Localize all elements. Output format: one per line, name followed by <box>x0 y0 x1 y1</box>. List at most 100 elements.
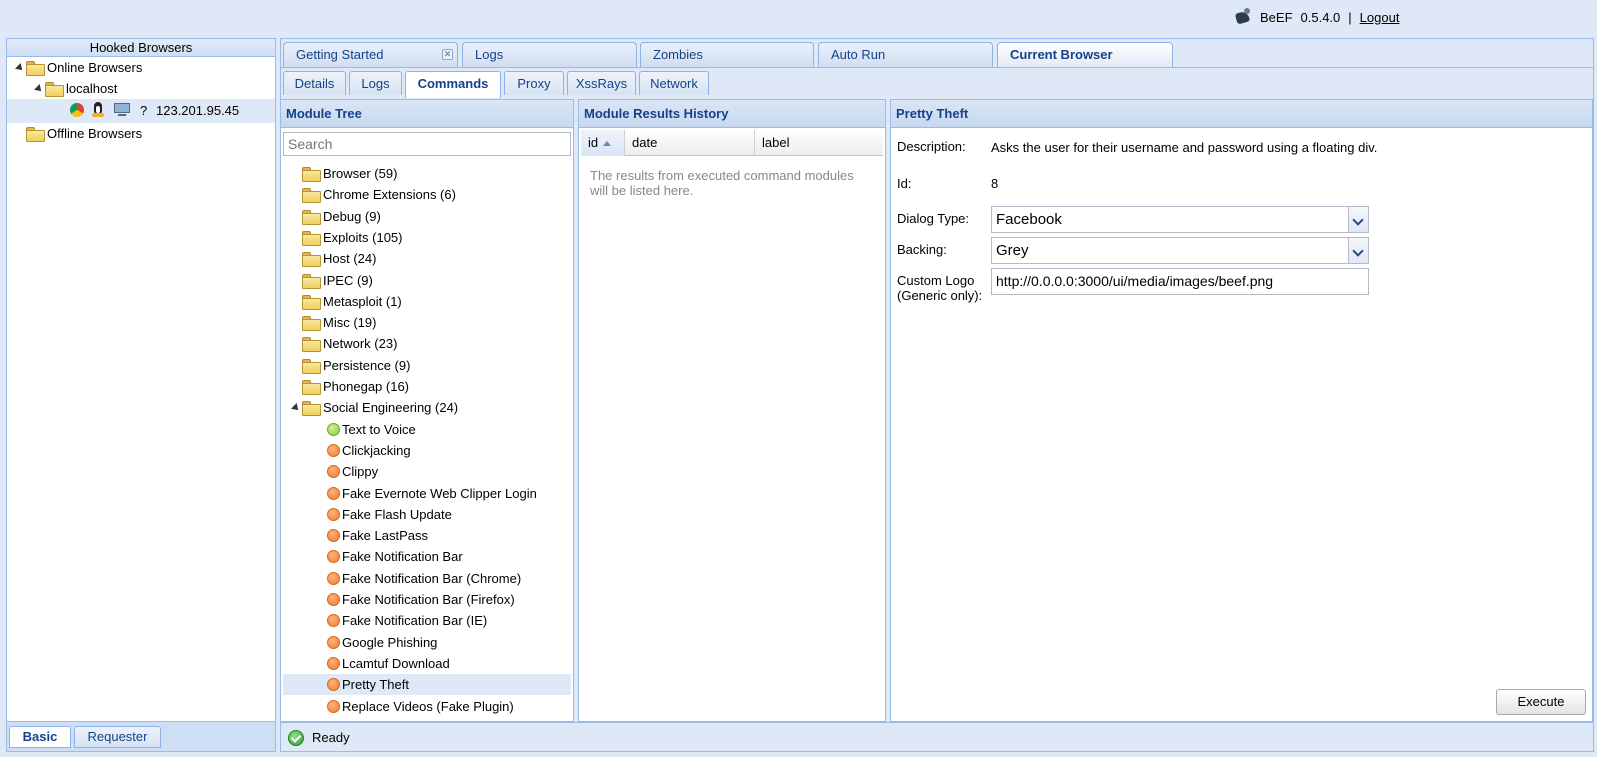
online-browsers-label: Online Browsers <box>47 60 143 75</box>
category-label: Browser (59) <box>323 166 398 181</box>
module-detail-title: Pretty Theft <box>891 100 1592 128</box>
collapsed-arrow-icon[interactable] <box>290 317 297 329</box>
category-label: Chrome Extensions (6) <box>323 187 456 202</box>
folder-icon <box>45 82 64 97</box>
module-item[interactable]: Fake LastPass <box>283 525 571 546</box>
subtab-details[interactable]: Details <box>283 71 346 95</box>
column-id[interactable]: id <box>581 130 625 156</box>
logout-link[interactable]: Logout <box>1360 10 1400 25</box>
close-icon[interactable]: ✕ <box>442 49 453 60</box>
collapsed-arrow-icon[interactable] <box>290 338 297 350</box>
collapsed-arrow-icon[interactable] <box>290 168 297 180</box>
module-item[interactable]: Clippy <box>283 461 571 482</box>
collapsed-arrow-icon[interactable] <box>290 211 297 223</box>
folder-icon <box>26 61 45 76</box>
folder-icon <box>302 316 321 331</box>
subtab-xssrays[interactable]: XssRays <box>567 71 636 95</box>
execute-button[interactable]: Execute <box>1496 689 1586 715</box>
dialog-type-label: Dialog Type: <box>897 211 970 226</box>
folder-icon <box>302 274 321 289</box>
main-area: Getting Started ✕ Logs Zombies Auto Run … <box>280 38 1594 752</box>
collapsed-arrow-icon[interactable] <box>290 381 297 393</box>
collapsed-arrow-icon[interactable] <box>290 296 297 308</box>
tab-logs[interactable]: Logs <box>462 42 637 67</box>
tree-offline-browsers[interactable]: Offline Browsers <box>7 123 275 144</box>
collapsed-arrow-icon[interactable] <box>290 232 297 244</box>
module-category[interactable]: Browser (59) <box>283 163 571 184</box>
module-search-input[interactable] <box>283 132 571 156</box>
module-status-icon <box>327 700 340 713</box>
subtab-proxy[interactable]: Proxy <box>504 71 564 95</box>
module-category[interactable]: Network (23) <box>283 333 571 354</box>
module-category[interactable]: Misc (19) <box>283 312 571 333</box>
module-category[interactable]: Phonegap (16) <box>283 376 571 397</box>
tab-basic[interactable]: Basic <box>9 726 71 748</box>
module-item[interactable]: Fake Notification Bar (Chrome) <box>283 568 571 589</box>
module-item[interactable]: Fake Flash Update <box>283 504 571 525</box>
folder-icon <box>302 210 321 225</box>
folder-icon <box>302 295 321 310</box>
sort-ascending-icon <box>603 141 612 147</box>
chevron-down-icon[interactable] <box>1348 238 1368 263</box>
backing-select[interactable]: Grey <box>991 237 1369 264</box>
module-item[interactable]: Fake Evernote Web Clipper Login <box>283 483 571 504</box>
module-status-icon <box>327 550 340 563</box>
dialog-type-value: Facebook <box>996 211 1062 228</box>
unknown-icon: ? <box>140 103 148 118</box>
dialog-type-select[interactable]: Facebook <box>991 206 1369 233</box>
column-date[interactable]: date <box>625 130 755 156</box>
main-tab-strip: Getting Started ✕ Logs Zombies Auto Run … <box>281 39 1593 69</box>
tab-zombies[interactable]: Zombies <box>640 42 814 67</box>
module-category[interactable]: Host (24) <box>283 248 571 269</box>
folder-icon <box>302 359 321 374</box>
tab-getting-started[interactable]: Getting Started ✕ <box>283 42 458 67</box>
module-status-icon <box>327 614 340 627</box>
collapsed-arrow-icon[interactable] <box>290 253 297 265</box>
description-text: Asks the user for their username and pas… <box>991 140 1378 155</box>
top-bar: BeEF 0.5.4.0 | Logout <box>0 0 1597 36</box>
collapsed-arrow-icon[interactable] <box>290 275 297 287</box>
module-item[interactable]: Fake Notification Bar (Firefox) <box>283 589 571 610</box>
folder-icon <box>302 380 321 395</box>
tab-auto-run[interactable]: Auto Run <box>818 42 993 67</box>
module-item[interactable]: Google Phishing <box>283 632 571 653</box>
collapsed-arrow-icon[interactable] <box>290 360 297 372</box>
module-label: Fake Evernote Web Clipper Login <box>342 486 537 501</box>
module-item[interactable]: Clickjacking <box>283 440 571 461</box>
tab-requester[interactable]: Requester <box>74 726 161 748</box>
custom-logo-label: Custom Logo (Generic only): <box>897 273 983 303</box>
module-item[interactable]: Fake Notification Bar <box>283 546 571 567</box>
collapsed-arrow-icon[interactable] <box>290 189 297 201</box>
subtab-network[interactable]: Network <box>639 71 709 95</box>
module-category[interactable]: IPEC (9) <box>283 270 571 291</box>
expanded-arrow-icon[interactable] <box>34 84 44 94</box>
module-category[interactable]: Chrome Extensions (6) <box>283 184 571 205</box>
results-grid-header: id date label <box>581 130 883 156</box>
module-category[interactable]: Persistence (9) <box>283 355 571 376</box>
module-item[interactable]: Fake Notification Bar (IE) <box>283 610 571 631</box>
module-item[interactable]: Pretty Theft <box>283 674 571 695</box>
module-label: Lcamtuf Download <box>342 656 450 671</box>
module-category[interactable]: Metasploit (1) <box>283 291 571 312</box>
expanded-arrow-icon[interactable] <box>291 403 301 413</box>
id-value: 8 <box>991 176 999 191</box>
module-status-icon <box>327 487 340 500</box>
module-category[interactable]: Debug (9) <box>283 206 571 227</box>
module-item[interactable]: Text to Voice <box>283 419 571 440</box>
module-category-expanded[interactable]: Social Engineering (24) <box>283 397 571 418</box>
subtab-logs[interactable]: Logs <box>349 71 402 95</box>
chevron-down-icon[interactable] <box>1348 207 1368 232</box>
hooked-browser-entry[interactable]: ? 123.201.95.45 <box>7 99 275 123</box>
module-item[interactable]: Lcamtuf Download <box>283 653 571 674</box>
module-label: Fake Flash Update <box>342 507 452 522</box>
column-label[interactable]: label <box>755 130 883 156</box>
module-item[interactable]: Replace Videos (Fake Plugin) <box>283 696 571 717</box>
tree-online-browsers[interactable]: Online Browsers <box>7 57 275 78</box>
tab-current-browser[interactable]: Current Browser <box>997 42 1173 69</box>
custom-logo-input[interactable]: http://0.0.0.0:3000/ui/media/images/beef… <box>991 268 1369 295</box>
subtab-commands[interactable]: Commands <box>405 71 501 98</box>
module-category[interactable]: Exploits (105) <box>283 227 571 248</box>
expanded-arrow-icon[interactable] <box>15 63 25 73</box>
module-label: Clickjacking <box>342 443 411 458</box>
tree-localhost[interactable]: localhost <box>7 78 275 99</box>
